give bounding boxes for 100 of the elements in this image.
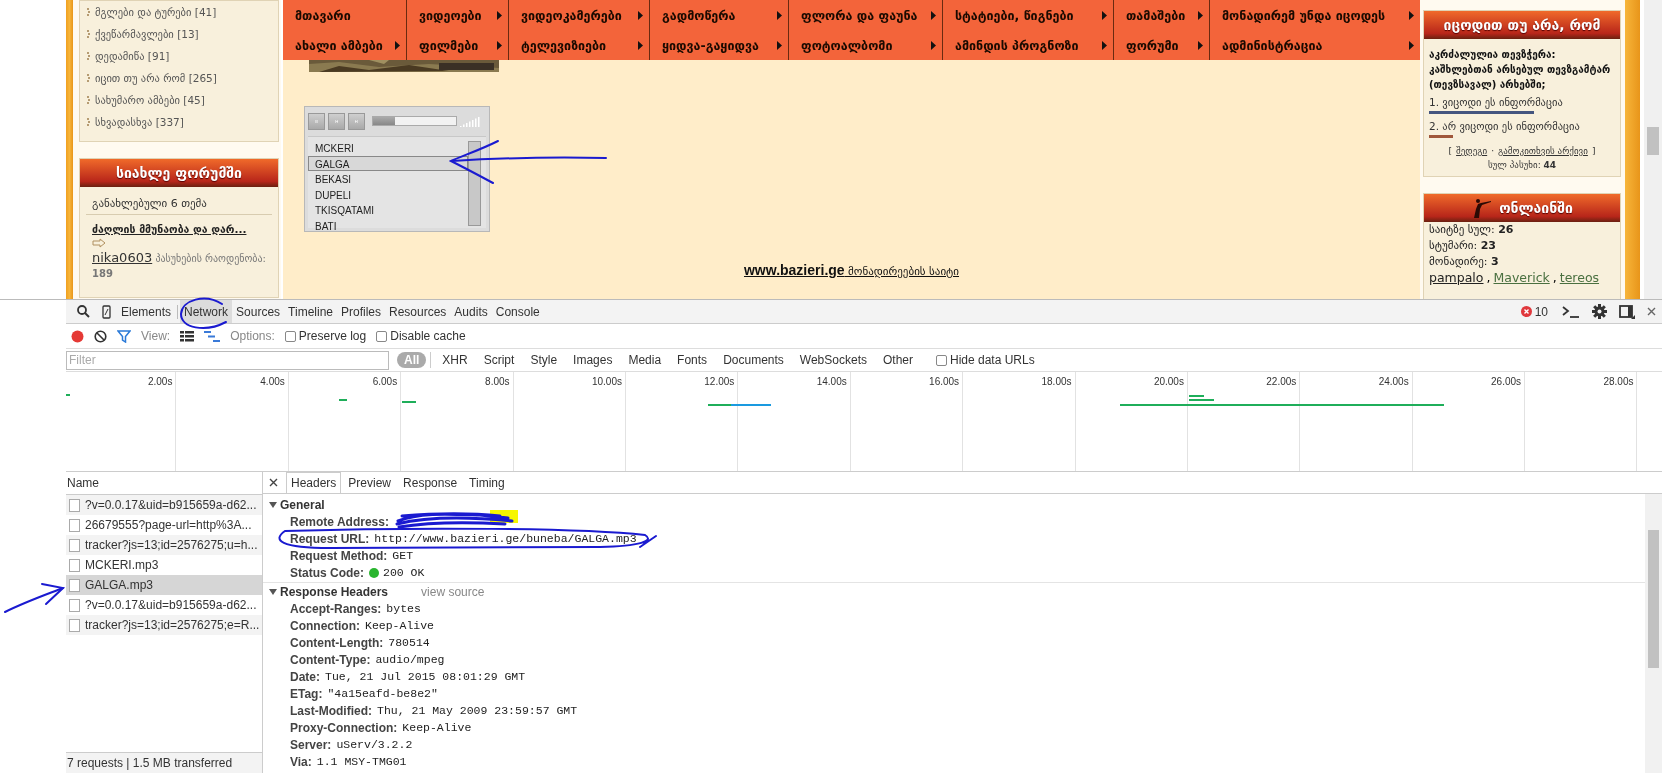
topic-link[interactable]: ძაღლის მმუნაობა და დარ...: [92, 223, 266, 235]
device-icon[interactable]: [102, 304, 111, 319]
type-filter[interactable]: Script: [476, 352, 522, 368]
user-link[interactable]: nika0603: [92, 250, 153, 265]
record-button[interactable]: [71, 329, 84, 343]
clear-icon[interactable]: [94, 329, 107, 343]
section-title[interactable]: General: [280, 497, 325, 512]
detail-tab[interactable]: Preview: [343, 472, 397, 493]
menu-item[interactable]: სტატიები, წიგნები: [943, 0, 1114, 30]
user-link[interactable]: Maverick: [1493, 270, 1550, 285]
console-icon[interactable]: [1562, 305, 1580, 318]
category-link[interactable]: ქვეწარმავლები [13]: [95, 28, 199, 40]
header-name: Request URL:: [290, 531, 370, 546]
playlist-item[interactable]: DUPELI: [308, 186, 468, 202]
scrollbar[interactable]: [1644, 0, 1662, 299]
bracket-text: [: [1448, 146, 1453, 156]
request-row[interactable]: tracker?js=13;id=2576275;u=h...: [66, 535, 262, 555]
request-row[interactable]: MCKERI.mp3: [66, 555, 262, 575]
close-icon[interactable]: [269, 478, 278, 487]
filter-icon[interactable]: [117, 329, 131, 343]
progress-bar[interactable]: [372, 116, 457, 126]
list-view-icon[interactable]: [180, 330, 195, 342]
expanded-triangle-icon[interactable]: [269, 587, 277, 596]
playlist-item[interactable]: BEKASI: [308, 171, 468, 187]
search-icon[interactable]: [77, 305, 90, 318]
dock-icon[interactable]: [1619, 304, 1635, 319]
header-name: Status Code:: [290, 565, 364, 580]
menu-item[interactable]: მონადირემ უნდა იცოდეს: [1210, 0, 1420, 30]
time-tick-label: 24.00s: [1378, 375, 1410, 388]
time-tick-label: 6.00s: [372, 375, 399, 388]
separator-text: ·: [1491, 146, 1495, 156]
panel-tab[interactable]: Elements: [117, 300, 176, 323]
type-filter[interactable]: WebSockets: [792, 352, 874, 368]
view-source-link[interactable]: view source: [421, 584, 485, 599]
menu-item[interactable]: გადმოწერა: [650, 0, 789, 30]
panel-tab[interactable]: Timeline: [284, 300, 337, 323]
menu-item[interactable]: ფლორა და ფაუნა: [789, 0, 943, 30]
expanded-triangle-icon[interactable]: [269, 500, 277, 509]
menu-item[interactable]: ყიდვა-გაყიდვა: [650, 30, 789, 60]
close-icon[interactable]: [1647, 307, 1656, 316]
header-name: Last-Modified:: [290, 703, 372, 718]
menu-item[interactable]: ტელევიზიები: [509, 30, 650, 60]
type-filter[interactable]: Style: [523, 352, 565, 368]
request-row[interactable]: ?v=0.0.17&uid=b915659a-d62...: [66, 495, 262, 515]
panel-tab[interactable]: Audits: [450, 300, 492, 323]
submenu-arrow-icon: [931, 10, 936, 20]
playlist-item[interactable]: BATI: [308, 217, 468, 233]
archive-link[interactable]: გამოკითხვის არქივი: [1498, 146, 1588, 156]
detail-tab[interactable]: Timing: [464, 472, 510, 493]
panel-tab[interactable]: Network: [180, 300, 233, 323]
category-link[interactable]: მგლები და ტურები [41]: [95, 6, 217, 18]
checkbox[interactable]: Hide data URLs: [936, 353, 1035, 367]
header-name: Content-Length:: [290, 635, 384, 650]
request-row[interactable]: GALGA.mp3: [66, 575, 262, 595]
panel-tab[interactable]: Profiles: [337, 300, 385, 323]
filter-field[interactable]: Filter: [66, 350, 389, 370]
category-link[interactable]: სხვადასხვა [337]: [95, 116, 184, 128]
header-name: ETag:: [290, 686, 323, 701]
type-filter[interactable]: Documents: [716, 352, 791, 368]
results-link[interactable]: შედეგი: [1456, 146, 1488, 156]
user-link[interactable]: pampalo: [1429, 270, 1484, 285]
menu-item[interactable]: ფორუმი: [1114, 30, 1210, 60]
menu-item[interactable]: ამინდის პროგნოზი: [943, 30, 1114, 60]
type-filter[interactable]: Other: [876, 352, 920, 368]
header-name: Request Method:: [290, 548, 388, 563]
section-title[interactable]: Response Headers: [280, 584, 389, 599]
category-link[interactable]: დედამიწა [91]: [95, 50, 170, 62]
user-link[interactable]: tereos: [1559, 270, 1600, 285]
menu-item[interactable]: ვიდეოები: [407, 0, 509, 30]
detail-tab[interactable]: Response: [398, 472, 463, 493]
type-filter[interactable]: XHR: [435, 352, 475, 368]
checkbox[interactable]: Disable cache: [376, 329, 466, 343]
playlist-item[interactable]: TKISQATAMI: [308, 202, 468, 218]
category-link[interactable]: სახუმარო ამბები [45]: [95, 94, 205, 106]
detail-tab[interactable]: Headers: [286, 472, 342, 493]
menu-item[interactable]: ფოტოალბომი: [789, 30, 943, 60]
playlist-item[interactable]: GALGA: [308, 155, 468, 171]
settings-icon[interactable]: [1592, 304, 1607, 319]
menu-item[interactable]: ვიდეოკამერები: [509, 0, 650, 30]
scrollbar[interactable]: [468, 141, 481, 226]
menu-item[interactable]: თამაშები: [1114, 0, 1210, 30]
type-filter[interactable]: Images: [566, 352, 620, 368]
checkbox[interactable]: Preserve log: [284, 329, 367, 343]
request-row[interactable]: 26679555?page-url=http%3A...: [66, 515, 262, 535]
bullet-icon: [86, 117, 90, 127]
panel-tab[interactable]: Resources: [385, 300, 451, 323]
error-count[interactable]: 10: [1534, 304, 1548, 319]
type-filter[interactable]: Media: [621, 352, 669, 368]
request-row[interactable]: ?v=0.0.17&uid=b915659a-d62...: [66, 595, 262, 615]
scrollbar[interactable]: [1645, 494, 1662, 773]
playlist-item[interactable]: MCKERI: [308, 140, 468, 156]
menu-item[interactable]: ადმინისტრაცია: [1210, 30, 1420, 60]
menu-item[interactable]: მთავარი: [283, 0, 407, 30]
panel-tab[interactable]: Sources: [232, 300, 285, 323]
category-link[interactable]: იცით თუ არა რომ [265]: [95, 72, 217, 84]
site-link[interactable]: www.bazieri.ge მონადირეების საიტი: [744, 262, 959, 278]
panel-tab[interactable]: Console: [491, 300, 544, 323]
request-row[interactable]: tracker?js=13;id=2576275;e=R...: [66, 615, 262, 635]
type-filter[interactable]: Fonts: [670, 352, 715, 368]
waterfall-view-icon[interactable]: [204, 330, 221, 342]
